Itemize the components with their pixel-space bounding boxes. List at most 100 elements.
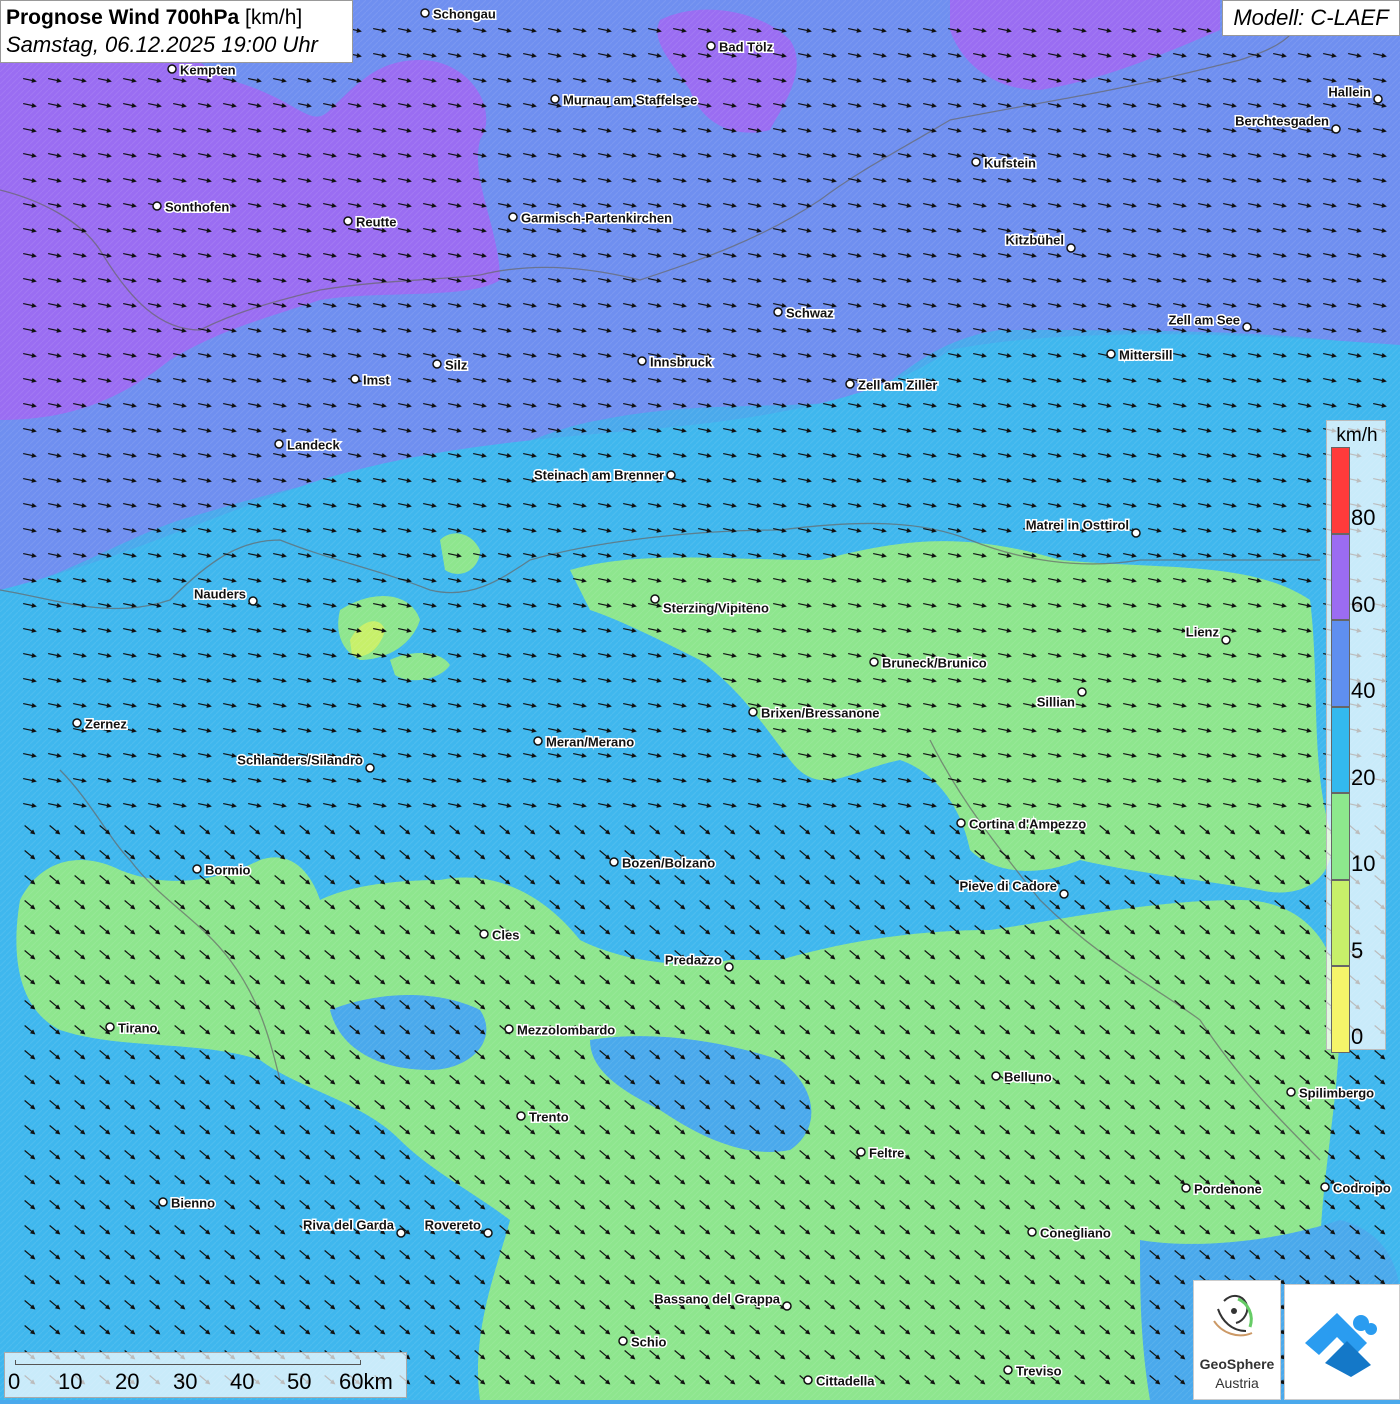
city-label: Predazzo (665, 952, 722, 967)
weather-app-icon (1305, 1313, 1377, 1377)
city-dot (152, 201, 162, 211)
city-label: Riva del Garda (303, 1217, 395, 1232)
city-dot (105, 1022, 115, 1032)
map-title-main: Prognose Wind 700hPa (6, 6, 240, 29)
city-dot (1059, 889, 1069, 899)
city-label: Trento (529, 1109, 569, 1124)
scale-bar-line (15, 1360, 361, 1365)
scale-label: 50 (287, 1369, 312, 1394)
city-dot (869, 657, 879, 667)
city-dot (248, 596, 258, 606)
legend-tick-5: 5 (1351, 938, 1364, 963)
city-4[interactable]: Murnau am Staffelsee (550, 91, 699, 109)
city-dot (550, 94, 560, 104)
city-label: Bozen/Bolzano (622, 855, 715, 870)
city-label: Landeck (287, 437, 341, 452)
weather-app-logo[interactable] (1284, 1284, 1400, 1400)
legend-color-3 (1331, 706, 1350, 793)
legend-tick-80: 80 (1351, 505, 1376, 530)
city-label: Kempten (180, 62, 236, 77)
legend-color-5 (1331, 879, 1350, 966)
wind-map[interactable]: Schongau Bad Tölz Kempten Hallein Murnau am … (0, 0, 1400, 1400)
city-label: Pieve di Cadore (959, 878, 1057, 893)
legend-color-2 (1331, 620, 1350, 707)
city-17[interactable]: Zell am Ziller (845, 376, 939, 394)
scale-label: 20 (115, 1369, 140, 1394)
city-label: Zernez (85, 716, 127, 731)
city-label: Cittadella (816, 1373, 875, 1388)
city-label: Bormio (205, 862, 251, 877)
city-dot (533, 736, 543, 746)
forecast-datetime: Samstag, 06.12.2025 19:00 Uhr (6, 32, 318, 57)
city-42[interactable]: Pordenone (1181, 1180, 1263, 1198)
city-label: Murnau am Staffelsee (563, 92, 697, 107)
city-28[interactable]: Meran/Merano (533, 733, 636, 751)
map-title: Prognose Wind 700hPa [km/h] (6, 4, 347, 31)
city-label: Schongau (433, 6, 496, 21)
city-label: Sonthofen (165, 199, 229, 214)
logo-text-line1: GeoSphere (1199, 1356, 1275, 1372)
city-label: Bienno (171, 1195, 215, 1210)
city-24[interactable]: Bruneck/Brunico (869, 654, 988, 672)
city-dot (192, 864, 202, 874)
city-label: Reutte (356, 214, 396, 229)
city-dot (1106, 349, 1116, 359)
city-label: Hallein (1328, 84, 1371, 99)
city-dot (504, 1024, 514, 1034)
city-dot (773, 307, 783, 317)
city-dot (167, 64, 177, 74)
city-label: Zell am Ziller (858, 377, 937, 392)
city-47[interactable]: Conegliano (1027, 1224, 1112, 1242)
city-label: Meran/Merano (546, 734, 634, 749)
city-37[interactable]: Mezzolombardo (504, 1021, 617, 1039)
city-dot (432, 359, 442, 369)
city-26[interactable]: Brixen/Bressanone (748, 704, 881, 722)
city-0[interactable]: Schongau (420, 5, 497, 23)
city-label: Belluno (1004, 1069, 1052, 1084)
city-label: Innsbruck (650, 354, 713, 369)
city-dot (1003, 1365, 1013, 1375)
legend-tick-60: 60 (1351, 592, 1376, 617)
geosphere-logo[interactable]: GeoSphere Austria (1193, 1280, 1281, 1400)
legend-tick-0: 0 (1351, 1024, 1364, 1049)
city-dot (508, 212, 518, 222)
city-label: Nauders (194, 586, 246, 601)
city-dot (1320, 1182, 1330, 1192)
city-label: Kitzbühel (1006, 232, 1065, 247)
city-dot (1286, 1087, 1296, 1097)
city-dot (724, 962, 734, 972)
city-7[interactable]: Sonthofen (152, 198, 231, 216)
city-label: Lienz (1186, 624, 1220, 639)
city-dot (483, 1228, 493, 1238)
city-label: Mittersill (1119, 347, 1172, 362)
city-label: Garmisch-Partenkirchen (521, 210, 672, 225)
city-14[interactable]: Innsbruck (637, 353, 714, 371)
city-label: Cortina d'Ampezzo (969, 816, 1086, 831)
city-label: Tirano (118, 1020, 158, 1035)
city-dot (845, 379, 855, 389)
legend-tick-20: 20 (1351, 765, 1376, 790)
color-legend: km/h 80 60 40 20 10 5 0 (1326, 420, 1386, 1053)
city-dot (1027, 1227, 1037, 1237)
city-dot (618, 1336, 628, 1346)
city-9[interactable]: Garmisch-Partenkirchen (508, 209, 674, 227)
city-label: Steinach am Brenner (534, 467, 664, 482)
city-39[interactable]: Spilimbergo (1286, 1084, 1376, 1102)
city-dot (609, 857, 619, 867)
city-label: Sillian (1037, 694, 1075, 709)
city-30[interactable]: Cortina d'Ampezzo (956, 815, 1088, 833)
city-dot (1242, 322, 1252, 332)
title-box: Prognose Wind 700hPa [km/h] Samstag, 06.… (0, 0, 353, 63)
city-label: Berchtesgaden (1235, 113, 1329, 128)
city-dot (748, 707, 758, 717)
city-31[interactable]: Bozen/Bolzano (609, 854, 717, 872)
legend-tick-10: 10 (1351, 851, 1376, 876)
city-dot (1131, 528, 1141, 538)
city-dot (971, 157, 981, 167)
scale-label: 40 (230, 1369, 255, 1394)
city-19[interactable]: Steinach am Brenner (532, 466, 676, 484)
map-title-unit: [km/h] (245, 6, 303, 29)
city-label: Schlanders/Silandro (237, 752, 363, 767)
city-label: Sterzing/Vipiteno (663, 600, 769, 615)
scale-label: 10 (58, 1369, 83, 1394)
